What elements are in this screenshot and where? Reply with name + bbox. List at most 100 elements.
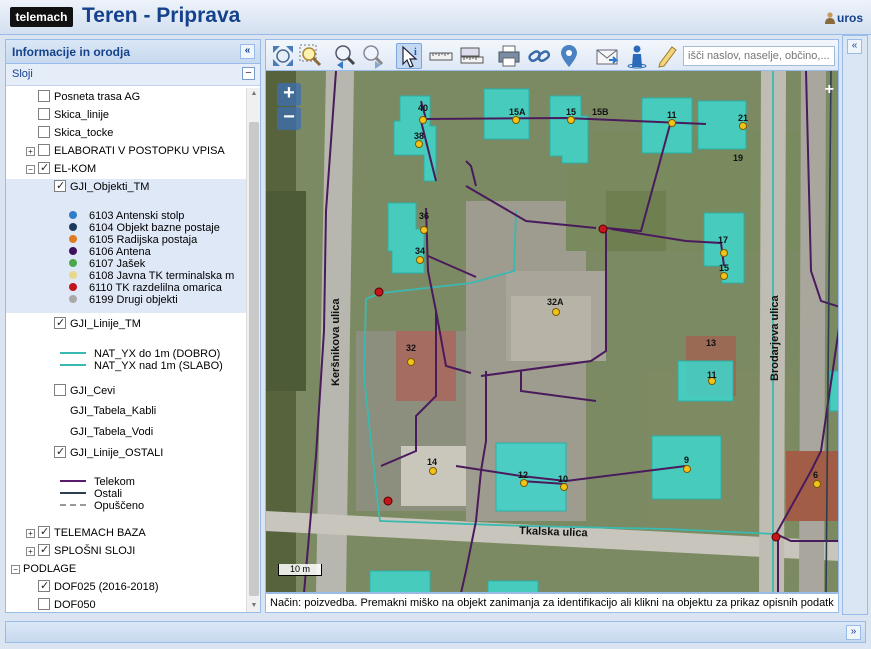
layer-checkbox[interactable]	[54, 314, 66, 332]
expand-right-panel-button[interactable]: «	[847, 39, 862, 54]
zoom-out-button[interactable]: −	[277, 107, 301, 130]
collapse-layers-button[interactable]: −	[242, 67, 255, 80]
layer-checkbox[interactable]	[38, 90, 50, 102]
layers-label: Sloji	[12, 68, 33, 80]
location-button[interactable]	[556, 43, 582, 69]
layer-checkbox[interactable]	[38, 108, 50, 120]
layer-checkbox[interactable]	[54, 177, 66, 195]
scroll-thumb[interactable]	[249, 122, 259, 596]
layer-skica-linije[interactable]: Skica_linije	[38, 106, 109, 124]
building-number: 9	[684, 455, 689, 465]
layer-checkbox[interactable]	[38, 126, 50, 138]
expand-bottom-panel-button[interactable]: »	[846, 625, 861, 640]
map-view[interactable]: 40 38 15A 15 15B 11 21 19 36 34 17 15 32…	[265, 71, 839, 593]
print-button[interactable]	[496, 43, 522, 69]
layer-gji-cevi[interactable]: GJI_Cevi	[54, 382, 115, 400]
layer-skica-tocke[interactable]: Skica_tocke	[38, 124, 113, 142]
legend-item: Opuščeno	[60, 500, 144, 512]
building-number: 40	[418, 103, 428, 113]
building-number: 10	[558, 474, 568, 484]
link-button[interactable]	[526, 43, 552, 69]
layer-gji-tabela-kabli[interactable]: GJI_Tabela_Kabli	[70, 402, 156, 420]
layer-el-kom[interactable]: −EL-KOM	[26, 159, 96, 178]
building-number: 14	[427, 457, 437, 467]
area-measure-icon	[460, 47, 484, 64]
building-roof	[401, 446, 466, 506]
zoom-forward-icon	[363, 45, 384, 69]
layer-checkbox[interactable]	[38, 523, 50, 541]
layer-tree-scrollbar[interactable]: ▲ ▼	[246, 88, 260, 612]
building-number: 36	[419, 211, 429, 221]
building-roof	[786, 451, 838, 521]
identify-button[interactable]: i	[396, 43, 422, 69]
layer-posneta-trasa[interactable]: Posneta trasa AG	[38, 88, 140, 106]
legend-item: 6103 Antenski stolp	[69, 210, 184, 222]
layer-dof025[interactable]: DOF025 (2016-2018)	[38, 577, 159, 596]
layer-dof050[interactable]: DOF050	[38, 596, 96, 612]
zoom-rectangle-icon	[299, 44, 322, 67]
measure-area-button[interactable]	[458, 43, 484, 69]
layer-checkbox[interactable]	[38, 541, 50, 559]
collapse-icon[interactable]: −	[11, 565, 20, 574]
app-header: telemach Teren - Priprava uros	[0, 0, 871, 35]
legend-item: Telekom	[60, 476, 135, 488]
scroll-up-arrow-icon[interactable]: ▲	[247, 88, 261, 100]
map-toolbar: i	[265, 39, 839, 71]
zoom-next-button[interactable]	[360, 43, 386, 69]
user-menu[interactable]: uros	[824, 11, 863, 25]
zoom-extent-button[interactable]	[270, 43, 296, 69]
bottom-collapsed-panel: »	[5, 621, 866, 643]
ruler-icon	[429, 52, 453, 61]
svg-text:i: i	[414, 47, 417, 58]
collapse-icon[interactable]: −	[26, 165, 35, 174]
layer-checkbox[interactable]	[38, 159, 50, 177]
building-number: 32	[406, 343, 416, 353]
zoom-back-icon	[335, 45, 356, 69]
zoom-extent-icon	[273, 46, 293, 66]
zoom-in-button[interactable]: +	[277, 83, 301, 106]
layer-gji-linije-tm[interactable]: GJI_Linije_TM	[54, 314, 141, 333]
zoom-rect-button[interactable]	[298, 43, 324, 69]
layer-gji-linije-ostali[interactable]: GJI_Linije_OSTALI	[54, 443, 163, 462]
measure-distance-button[interactable]	[428, 43, 454, 69]
person-icon	[627, 45, 647, 69]
edit-button[interactable]	[654, 43, 680, 69]
layer-tree: Posneta trasa AG Skica_linije Skica_tock…	[6, 88, 246, 612]
orthophoto-map[interactable]: 40 38 15A 15 15B 11 21 19 36 34 17 15 32…	[266, 71, 839, 593]
printer-icon	[498, 45, 520, 67]
legend-item: NAT_YX do 1m (DOBRO)	[60, 348, 220, 360]
building-number: 19	[733, 153, 743, 163]
legend-item: Ostali	[60, 488, 122, 500]
building-number: 11	[667, 110, 677, 120]
layer-elaborati[interactable]: + ELABORATI V POSTOPKU VPISA	[26, 142, 225, 160]
layer-checkbox[interactable]	[54, 443, 66, 461]
layer-switcher-plus-icon[interactable]: +	[825, 81, 834, 99]
user-name: uros	[836, 11, 863, 25]
layer-gji-tabela-vodi[interactable]: GJI_Tabela_Vodi	[70, 423, 153, 441]
layer-checkbox[interactable]	[38, 144, 50, 156]
building-number: 15	[719, 263, 729, 273]
address-search-input[interactable]	[683, 46, 835, 66]
collapse-left-panel-button[interactable]: «	[240, 44, 255, 59]
layer-telemach-baza[interactable]: +TELEMACH BAZA	[26, 523, 146, 542]
building-number: 15A	[509, 107, 526, 117]
expand-icon[interactable]: +	[26, 547, 35, 556]
layer-podlage[interactable]: − PODLAGE	[11, 560, 76, 578]
layer-splosni-sloji[interactable]: +SPLOŠNI SLOJI	[26, 541, 135, 560]
scale-bar: 10 m	[278, 564, 322, 576]
send-email-button[interactable]	[594, 43, 620, 69]
layer-checkbox[interactable]	[38, 577, 50, 595]
building-number: 15	[566, 107, 576, 117]
building-number: 6	[813, 470, 818, 480]
street-view-button[interactable]	[624, 43, 650, 69]
expand-icon[interactable]: +	[26, 529, 35, 538]
layer-gji-objekti-tm[interactable]: GJI_Objekti_TM	[54, 177, 149, 196]
zoom-previous-button[interactable]	[332, 43, 358, 69]
legend-item: 6199 Drugi objekti	[69, 294, 178, 306]
legend-item: 6110 TK razdelilna omarica	[69, 282, 222, 294]
layer-checkbox[interactable]	[38, 598, 50, 610]
scroll-down-arrow-icon[interactable]: ▼	[247, 600, 261, 612]
layer-checkbox[interactable]	[54, 384, 66, 396]
expand-icon[interactable]: +	[26, 147, 35, 156]
legend-item: 6106 Antena	[69, 246, 151, 258]
